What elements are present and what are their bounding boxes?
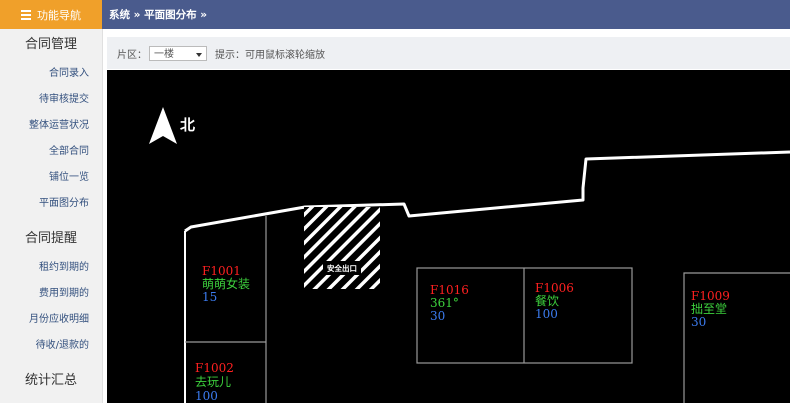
- unit-area-f1006: 100: [535, 307, 558, 321]
- group-title-contract-reminders: 合同提醒: [24, 231, 77, 246]
- sidebar: 合同管理 合同录入 待审核提交 整体运营状况 全部合同 铺位一览 平面图分布 合…: [0, 29, 103, 403]
- emergency-exit-zone: [304, 207, 380, 289]
- toolbar: 片区： 一楼 提示：可用鼠标滚轮缩放: [107, 37, 790, 69]
- zone-select-value: 一楼: [154, 48, 174, 60]
- north-label: 北: [180, 116, 195, 134]
- menu-icon: [21, 10, 31, 20]
- unit-name-f1016: 361°: [430, 296, 459, 310]
- group-title-statistics: 统计汇总: [24, 373, 77, 388]
- unit-code-f1001[interactable]: F1001: [202, 264, 241, 278]
- unit-area-f1001: 15: [202, 290, 217, 304]
- sidebar-item-floor-plan[interactable]: 平面图分布: [0, 191, 102, 217]
- unit-area-f1009: 30: [691, 315, 706, 329]
- unit-name-f1001: 萌萌女装: [202, 276, 250, 291]
- sidebar-item-contract-entry[interactable]: 合同录入: [0, 61, 102, 87]
- compass-north-arrow: 北: [149, 107, 195, 144]
- sidebar-item-units-overview[interactable]: 铺位一览: [0, 165, 102, 191]
- unit-name-f1006: 餐饮: [535, 293, 559, 308]
- sidebar-item-operation-status[interactable]: 整体运营状况: [0, 113, 102, 139]
- unit-code-f1006[interactable]: F1006: [535, 281, 574, 295]
- sidebar-item-monthly-receivables[interactable]: 月份应收明细: [0, 307, 102, 333]
- zoom-hint: 提示：可用鼠标滚轮缩放: [215, 49, 325, 61]
- unit-code-f1016[interactable]: F1016: [430, 283, 469, 297]
- zone-label: 片区：: [117, 49, 147, 61]
- unit-code-f1009[interactable]: F1009: [691, 289, 730, 303]
- sidebar-item-all-contracts[interactable]: 全部合同: [0, 139, 102, 165]
- sidebar-item-lease-expiring[interactable]: 租约到期的: [0, 255, 102, 281]
- unit-area-f1002: 100: [195, 389, 218, 403]
- nav-tab-label: 功能导航: [37, 8, 81, 22]
- floor-plan-svg: 北 安全出口 F1001 萌萌女装 15 F1002 去玩儿 100 F1016…: [149, 107, 790, 403]
- main-content: 片区： 一楼 提示：可用鼠标滚轮缩放 北 安全出口 F1001 萌萌女装 15 …: [103, 29, 790, 403]
- group-title-contract-management: 合同管理: [24, 37, 77, 52]
- floor-plan-map[interactable]: 北 安全出口 F1001 萌萌女装 15 F1002 去玩儿 100 F1016…: [107, 70, 790, 403]
- outer-wall: [184, 150, 790, 233]
- sidebar-item-pending-refunds[interactable]: 待收/退款的: [0, 333, 102, 359]
- nav-tab[interactable]: 功能导航: [0, 0, 102, 29]
- chevron-down-icon: [196, 52, 202, 57]
- unit-labels: F1001 萌萌女装 15 F1002 去玩儿 100 F1016 361° 3…: [195, 264, 730, 403]
- unit-code-f1002[interactable]: F1002: [195, 361, 234, 375]
- sidebar-item-fees-expiring[interactable]: 费用到期的: [0, 281, 102, 307]
- north-arrow-icon: [149, 107, 177, 144]
- breadcrumb: 系统 » 平面图分布 »: [109, 9, 208, 21]
- zone-select[interactable]: 一楼: [149, 45, 207, 61]
- sidebar-item-pending-review[interactable]: 待审核提交: [0, 87, 102, 113]
- unit-name-f1002: 去玩儿: [195, 375, 231, 389]
- unit-area-f1016: 30: [430, 309, 445, 323]
- top-bar: 功能导航 系统 » 平面图分布 »: [0, 0, 790, 29]
- unit-name-f1009: 拙至堂: [691, 302, 727, 316]
- emergency-exit-label: 安全出口: [327, 263, 357, 273]
